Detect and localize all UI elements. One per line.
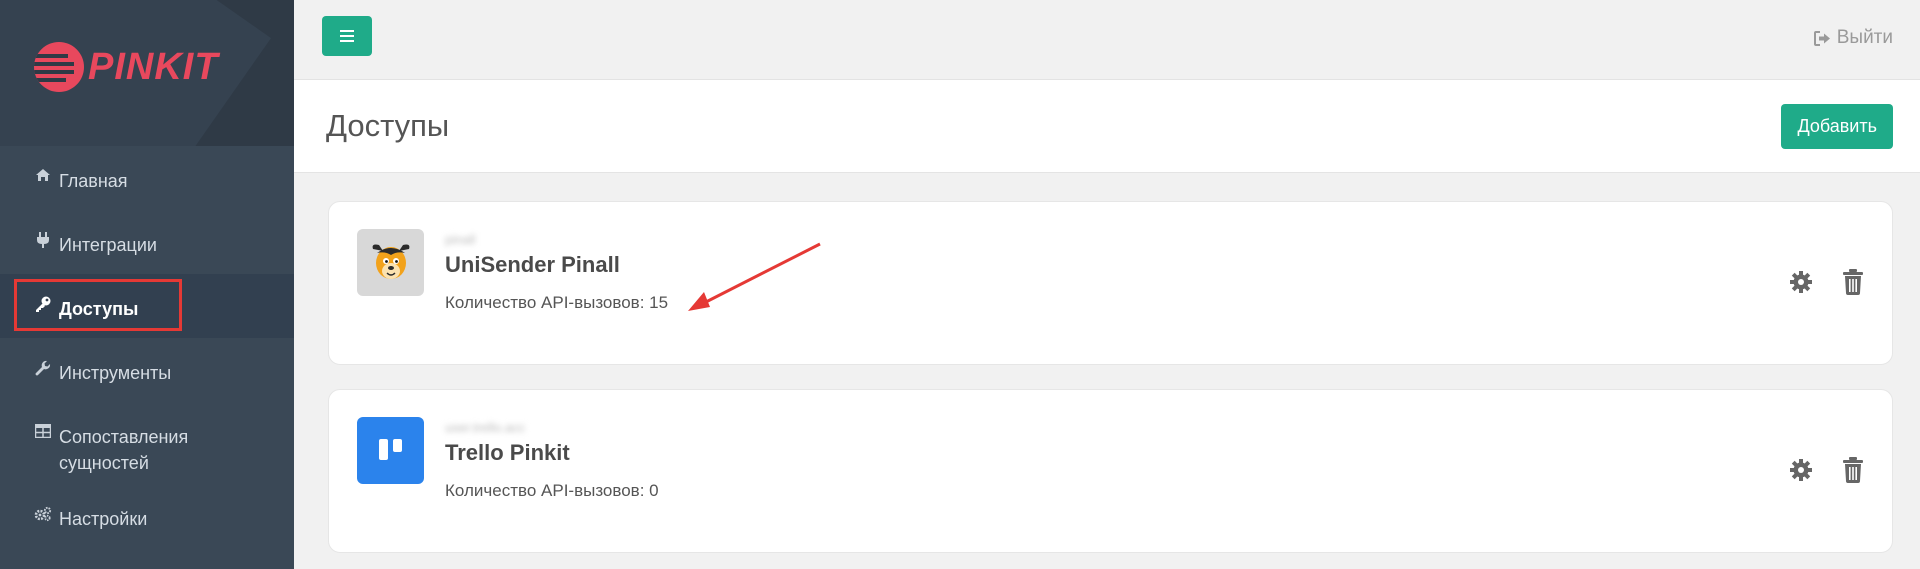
- plug-icon: [33, 232, 53, 248]
- annotation-arrow-icon: [688, 242, 821, 311]
- trello-logo-icon: [357, 417, 424, 484]
- access-card: user.trello.acc Trello Pinkit Количество…: [328, 389, 1893, 553]
- logo-area: PINKIT: [0, 0, 294, 146]
- api-call-count: Количество API-вызовов: 15: [445, 293, 669, 312]
- sidebar-item-label: Инструменты: [59, 363, 172, 383]
- sidebar-item-settings[interactable]: Настройки: [0, 492, 294, 540]
- wrench-icon: [33, 360, 53, 376]
- sign-out-icon: [1813, 30, 1830, 46]
- access-name: Trello Pinkit: [445, 440, 570, 465]
- sidebar-item-home[interactable]: Главная: [0, 146, 294, 210]
- add-button[interactable]: Добавить: [1781, 104, 1893, 149]
- logout-label: Выйти: [1836, 27, 1893, 48]
- pinkit-logo-mark-icon: [34, 42, 84, 92]
- access-name: UniSender Pinall: [445, 252, 620, 277]
- home-icon: [33, 168, 53, 182]
- gear-icon[interactable]: [1788, 456, 1814, 484]
- trash-icon[interactable]: [1840, 268, 1866, 296]
- sidebar-item-label: Сопоставления сущностей: [59, 427, 189, 473]
- hamburger-icon: [340, 30, 354, 32]
- sidebar-item-label: Настройки: [59, 509, 148, 529]
- sidebar-nav: Главная Интеграции Доступы Инструменты С…: [0, 146, 294, 540]
- topbar: Выйти: [294, 0, 1920, 80]
- pinkit-logo[interactable]: PINKIT: [34, 42, 219, 92]
- annotation-highlight-box: [14, 279, 182, 331]
- gear-icon[interactable]: [1788, 268, 1814, 296]
- sidebar-item-tools[interactable]: Инструменты: [0, 338, 294, 402]
- card-actions: [1788, 456, 1866, 484]
- sidebar-item-label: Главная: [59, 171, 128, 191]
- page-header: Доступы Добавить: [294, 80, 1920, 173]
- sidebar-item-label: Интеграции: [59, 235, 157, 255]
- logo-text: PINKIT: [88, 45, 219, 88]
- api-call-count: Количество API-вызовов: 0: [445, 481, 659, 500]
- page-title: Доступы: [326, 108, 450, 143]
- card-actions: [1788, 268, 1866, 296]
- account-login-blurred: user.trello.acc: [445, 420, 526, 435]
- access-card: pinall UniSender Pinall Количество API-в…: [328, 201, 1893, 365]
- sidebar-item-integrations[interactable]: Интеграции: [0, 210, 294, 274]
- menu-toggle-button[interactable]: [322, 16, 372, 56]
- account-login-blurred: pinall: [445, 232, 476, 247]
- cogs-icon: [33, 506, 53, 522]
- table-icon: [33, 424, 53, 438]
- sidebar-item-entity-mapping[interactable]: Сопоставления сущностей: [0, 402, 294, 492]
- unisender-logo-icon: [357, 229, 424, 296]
- trash-icon[interactable]: [1840, 456, 1866, 484]
- logout-link[interactable]: Выйти: [1813, 27, 1893, 49]
